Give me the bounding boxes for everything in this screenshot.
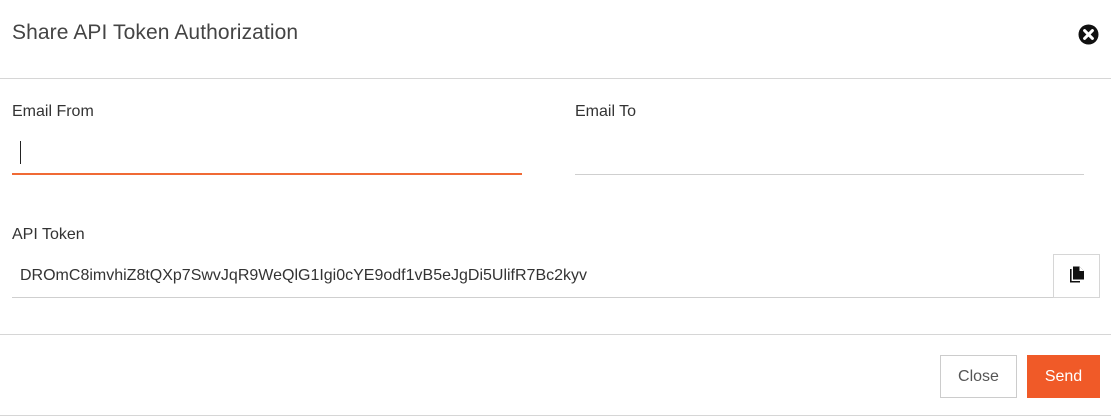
- close-button[interactable]: Close: [940, 355, 1017, 398]
- dialog-header: Share API Token Authorization: [0, 0, 1111, 79]
- api-token-input[interactable]: [12, 254, 1053, 298]
- copy-icon: [1069, 266, 1085, 287]
- copy-token-button[interactable]: [1053, 254, 1100, 298]
- email-to-label: Email To: [575, 103, 637, 120]
- api-token-group: [12, 254, 1100, 298]
- api-token-label: API Token: [12, 226, 85, 243]
- dialog-title: Share API Token Authorization: [12, 21, 299, 44]
- send-button[interactable]: Send: [1027, 355, 1100, 398]
- share-token-dialog: Share API Token Authorization Email From…: [0, 0, 1111, 417]
- close-icon[interactable]: [1078, 24, 1099, 45]
- text-cursor: [20, 141, 21, 164]
- email-from-input[interactable]: [12, 137, 522, 175]
- email-from-label: Email From: [12, 103, 94, 120]
- dialog-footer: Close Send: [0, 334, 1111, 416]
- email-to-input[interactable]: [575, 137, 1084, 175]
